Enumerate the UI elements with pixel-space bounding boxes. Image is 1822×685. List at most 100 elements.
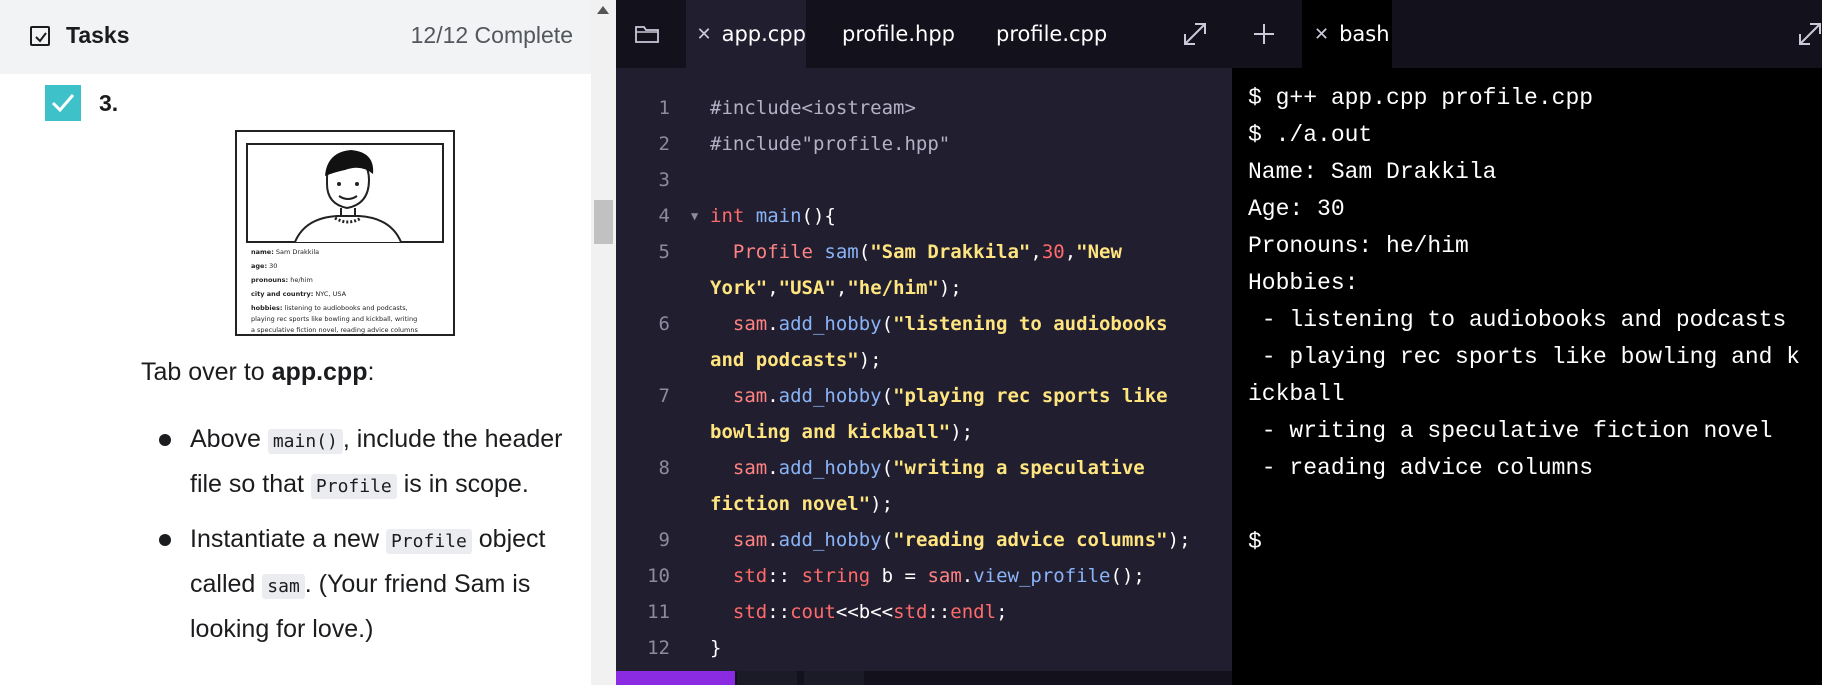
svg-text:age: 30: age: 30 bbox=[251, 262, 277, 270]
plus-icon[interactable] bbox=[1252, 22, 1276, 46]
code-line: 6 sam.add_hobby("listening to audiobooks… bbox=[616, 306, 1232, 378]
card-city-value: NYC, USA bbox=[315, 290, 346, 298]
tasks-progress: 12/12 Complete bbox=[410, 22, 573, 48]
tab-app-cpp[interactable]: ✕ app.cpp bbox=[686, 0, 806, 68]
terminal-line: - reading advice columns bbox=[1248, 455, 1594, 481]
line-number: 1 bbox=[658, 97, 670, 119]
terminal-line: $ ./a.out bbox=[1248, 122, 1373, 148]
card-name-value: Sam Drakkila bbox=[276, 248, 319, 256]
instruction-file: app.cpp bbox=[271, 358, 368, 386]
code-line: 4 ▼ int main(){ bbox=[616, 198, 1232, 234]
svg-text:name: Sam Drakkila: name: Sam Drakkila bbox=[251, 248, 319, 256]
svg-text:hobbies: listening to audioboo: hobbies: listening to audiobooks and pod… bbox=[251, 304, 408, 312]
editor-bottom-bar bbox=[616, 671, 1232, 685]
line-number: 9 bbox=[658, 529, 670, 551]
bottom-bar-button[interactable] bbox=[804, 671, 864, 685]
tab-profile-cpp[interactable]: profile.cpp bbox=[996, 0, 1107, 68]
terminal-line: $ g++ app.cpp profile.cpp bbox=[1248, 85, 1594, 111]
card-hobbies-line2: playing rec sports like bowling and kick… bbox=[251, 315, 417, 323]
step-number: 3. bbox=[99, 90, 119, 116]
expand-icon[interactable] bbox=[1181, 20, 1209, 48]
tab-bash[interactable]: ✕ bash bbox=[1302, 0, 1392, 68]
tab-label: profile.cpp bbox=[996, 22, 1108, 46]
inline-code: main() bbox=[267, 429, 343, 454]
fold-arrow-icon[interactable]: ▼ bbox=[691, 198, 698, 234]
svg-text:city and country: NYC, USA: city and country: NYC, USA bbox=[251, 290, 347, 298]
card-name-label: name: bbox=[251, 248, 274, 256]
code-line: 11 std::cout<<b<<std::endl; bbox=[616, 594, 1232, 630]
card-age-label: age: bbox=[251, 262, 267, 270]
terminal-line: - writing a speculative fiction novel bbox=[1248, 418, 1773, 444]
terminal-prompt: $ bbox=[1248, 529, 1262, 555]
profile-card-illustration: name: Sam Drakkila age: 30 pronouns: he/… bbox=[235, 130, 455, 336]
step-complete-checkbox[interactable] bbox=[45, 85, 81, 121]
expand-icon[interactable] bbox=[1796, 20, 1822, 48]
code-line: 7 sam.add_hobby("playing rec sports like… bbox=[616, 378, 1232, 450]
card-hobbies-line1: listening to audiobooks and podcasts, bbox=[285, 304, 408, 312]
line-number: 10 bbox=[647, 565, 670, 587]
tasks-title: Tasks bbox=[66, 22, 130, 48]
code-line: 10 std:: string b = sam.view_profile(); bbox=[616, 558, 1232, 594]
terminal-line: Age: 30 bbox=[1248, 196, 1345, 222]
tasks-scrollbar[interactable] bbox=[591, 0, 616, 685]
scroll-up-arrow-icon[interactable] bbox=[597, 6, 609, 14]
instruction-prefix: Tab over to bbox=[141, 358, 272, 386]
svg-text:pronouns: he/him: pronouns: he/him bbox=[251, 276, 313, 284]
code-line: 12 } bbox=[616, 630, 1232, 666]
terminal-line: - listening to audiobooks and podcasts bbox=[1248, 307, 1787, 333]
code-line: 3 bbox=[616, 162, 1232, 198]
tab-profile-hpp[interactable]: profile.hpp bbox=[842, 0, 955, 68]
line-number: 7 bbox=[658, 385, 670, 407]
line-number: 6 bbox=[658, 313, 670, 335]
card-hobbies-line3: a speculative fiction novel, reading adv… bbox=[251, 326, 418, 334]
code-line: 5 Profile sam("Sam Drakkila",30,"New Yor… bbox=[616, 234, 1232, 306]
instruction-suffix: : bbox=[367, 358, 375, 386]
bottom-bar-button[interactable] bbox=[737, 671, 797, 685]
terminal-line: Hobbies: bbox=[1248, 270, 1359, 296]
inline-code: sam bbox=[262, 574, 305, 599]
editor-tab-bar: ✕ app.cpp profile.hpp profile.cpp bbox=[616, 0, 1232, 68]
terminal-panel[interactable]: ✕ bash $ g++ app.cpp profile.cpp $ ./a.o… bbox=[1232, 0, 1822, 685]
list-item: Above main(), include the header file so… bbox=[157, 418, 567, 508]
line-number: 12 bbox=[647, 637, 670, 659]
tab-label: bash bbox=[1339, 22, 1390, 46]
terminal-output: $ g++ app.cpp profile.cpp $ ./a.out Name… bbox=[1248, 80, 1822, 561]
terminal-line: Name: Sam Drakkila bbox=[1248, 159, 1497, 185]
card-pronouns-value: he/him bbox=[290, 276, 313, 284]
terminal-line: - playing rec sports like bowling and k bbox=[1248, 344, 1801, 370]
line-number: 5 bbox=[658, 241, 670, 263]
instruction-text: Tab over to app.cpp: bbox=[141, 358, 374, 387]
terminal-tab-bar: ✕ bash bbox=[1232, 0, 1822, 68]
line-number: 11 bbox=[647, 601, 670, 623]
list-item: Instantiate a new Profile object called … bbox=[157, 518, 567, 651]
card-hobbies-label: hobbies: bbox=[251, 304, 283, 312]
terminal-line: ickball bbox=[1248, 381, 1345, 407]
tasks-panel: Tasks 12/12 Complete 3. name: Sam Drakki… bbox=[0, 0, 616, 685]
terminal-line: Pronouns: he/him bbox=[1248, 233, 1469, 259]
checkbox-icon bbox=[30, 26, 50, 46]
inline-code: Profile bbox=[385, 529, 472, 554]
code-area[interactable]: 1 #include<iostream> 2 #include"profile.… bbox=[616, 90, 1232, 666]
line-number: 2 bbox=[658, 133, 670, 155]
card-pronouns-label: pronouns: bbox=[251, 276, 288, 284]
scrollbar-thumb[interactable] bbox=[594, 200, 613, 244]
tab-label: profile.hpp bbox=[842, 22, 955, 46]
code-line: 1 #include<iostream> bbox=[616, 90, 1232, 126]
line-number: 8 bbox=[658, 457, 670, 479]
code-editor: ✕ app.cpp profile.hpp profile.cpp 1 #inc… bbox=[616, 0, 1232, 685]
card-city-label: city and country: bbox=[251, 290, 313, 298]
line-number: 4 bbox=[658, 205, 670, 227]
code-line: 2 #include"profile.hpp" bbox=[616, 126, 1232, 162]
run-button[interactable] bbox=[616, 671, 735, 685]
close-icon[interactable]: ✕ bbox=[1314, 24, 1329, 45]
tasks-header[interactable]: Tasks 12/12 Complete bbox=[0, 0, 591, 74]
inline-code: Profile bbox=[310, 474, 397, 499]
code-line: 9 sam.add_hobby("reading advice columns"… bbox=[616, 522, 1232, 558]
close-icon[interactable]: ✕ bbox=[696, 24, 711, 45]
instruction-list: Above main(), include the header file so… bbox=[157, 418, 567, 661]
line-number: 3 bbox=[658, 169, 670, 191]
folder-icon[interactable] bbox=[634, 23, 660, 45]
tab-label: app.cpp bbox=[721, 22, 806, 46]
code-line: 8 sam.add_hobby("writing a speculative f… bbox=[616, 450, 1232, 522]
